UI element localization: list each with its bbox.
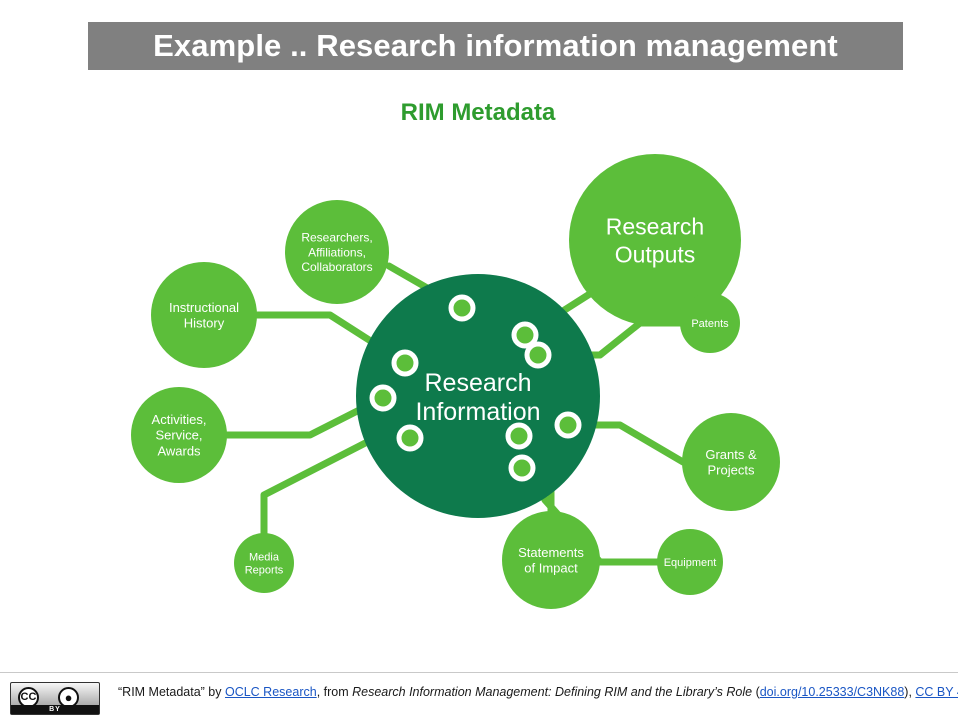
node-media-reports[interactable]: Media Reports xyxy=(234,533,294,593)
node-label-research-outputs-line-2: Outputs xyxy=(615,241,696,267)
node-label-activities-service-line-1: Activities, xyxy=(152,412,207,427)
node-label-statements-of-impact-line-1: Statements xyxy=(518,545,584,560)
node-label-activities-service-line-3: Awards xyxy=(157,444,201,459)
node-label-researchers-line-2: Affiliations, xyxy=(308,245,366,259)
node-label-patents-line-1: Patents xyxy=(691,318,729,330)
slide-title-bar: Example .. Research information manageme… xyxy=(88,22,903,70)
node-label-equipment-line-1: Equipment xyxy=(664,557,717,569)
node-label-statements-of-impact-line-2: of Impact xyxy=(524,561,578,576)
node-grants-projects[interactable]: Grants &Projects xyxy=(682,413,780,511)
ring-instructional-history xyxy=(391,349,419,377)
link-oclc-research[interactable]: OCLC Research xyxy=(225,685,317,699)
credit-mid-2: ( xyxy=(752,685,760,699)
core-label-line-1: Research xyxy=(425,369,532,397)
ring-researchers xyxy=(448,294,476,322)
credit-mid-3: ), xyxy=(904,685,916,699)
cc-by-label: BY xyxy=(11,705,99,714)
node-label-instructional-history-line-2: History xyxy=(184,316,225,331)
node-label-research-outputs-line-1: Research xyxy=(606,213,704,239)
ring-media-reports xyxy=(396,424,424,452)
footer: CC ● BY “RIM Metadata” by OCLC Research,… xyxy=(0,676,958,720)
ring-statements-of-impact xyxy=(508,454,536,482)
footer-divider xyxy=(0,672,958,673)
node-equipment[interactable]: Equipment xyxy=(657,529,723,595)
node-label-media-reports-line-2: Reports xyxy=(245,565,284,577)
ring-patents xyxy=(524,341,552,369)
node-activities-service[interactable]: Activities,Service,Awards xyxy=(131,387,227,483)
node-label-researchers-line-3: Collaborators xyxy=(301,260,372,274)
link-doi[interactable]: doi.org/10.25333/C3NK88 xyxy=(760,685,905,699)
rim-metadata-diagram: RIM Metadata Research Information Resear… xyxy=(0,80,958,660)
attribution-credit: “RIM Metadata” by OCLC Research, from Re… xyxy=(118,684,958,700)
credit-mid-1: , from xyxy=(316,685,353,699)
page-title: Example .. Research information manageme… xyxy=(153,28,838,63)
node-label-researchers-line-1: Researchers, xyxy=(301,231,372,245)
diagram-canvas: RIM Metadata Research Information Resear… xyxy=(131,99,780,609)
ring-activities xyxy=(369,384,397,412)
node-label-media-reports-line-1: Media xyxy=(249,551,280,563)
diagram-title: RIM Metadata xyxy=(401,99,556,126)
node-label-grants-projects-line-2: Projects xyxy=(708,463,755,478)
node-label-activities-service-line-2: Service, xyxy=(156,428,203,443)
node-researchers[interactable]: Researchers,Affiliations,Collaborators xyxy=(285,200,389,304)
cc-by-license-badge[interactable]: CC ● BY xyxy=(10,682,100,715)
ring-grants-projects xyxy=(554,411,582,439)
node-label-instructional-history-line-1: Instructional xyxy=(169,300,239,315)
node-statements-of-impact[interactable]: Statementsof Impact xyxy=(502,511,600,609)
node-label-grants-projects-line-1: Grants & xyxy=(705,447,757,462)
credit-title: “RIM Metadata” by xyxy=(118,685,225,699)
link-cc-by-4[interactable]: CC BY 4.0 xyxy=(915,685,958,699)
credit-work-title: Research Information Management: Definin… xyxy=(352,685,753,699)
node-patents[interactable]: Patents xyxy=(680,293,740,353)
node-instructional-history[interactable]: InstructionalHistory xyxy=(151,262,257,368)
ring-equipment xyxy=(505,422,533,450)
core-label-line-2: Information xyxy=(415,398,540,426)
